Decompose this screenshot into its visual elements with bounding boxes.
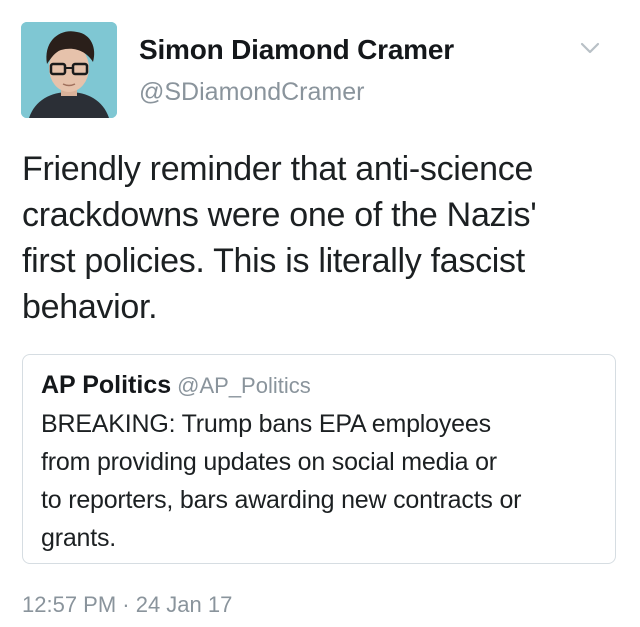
quoted-author-handle: @AP_Politics bbox=[177, 373, 311, 398]
quoted-text-line: to reporters, bars awarding new contract… bbox=[41, 486, 522, 514]
quoted-text-line: from providing updates on social media o… bbox=[41, 448, 497, 476]
quoted-tweet-text: BREAKING: Trump bans EPA employees from … bbox=[41, 405, 611, 557]
tweet-text: Friendly reminder that anti-science crac… bbox=[22, 146, 622, 330]
tweet-text-line: behavior. bbox=[22, 288, 158, 326]
avatar-photo bbox=[21, 22, 117, 118]
chevron-down-icon[interactable] bbox=[578, 40, 602, 56]
author-handle[interactable]: @SDiamondCramer bbox=[139, 78, 364, 107]
avatar[interactable] bbox=[21, 22, 117, 118]
tweet-text-line: Friendly reminder that anti-science bbox=[22, 150, 534, 188]
tweet-timestamp[interactable]: 12:57 PM · 24 Jan 17 bbox=[22, 592, 232, 618]
quoted-text-line: grants. bbox=[41, 524, 117, 552]
tweet-text-line: crackdowns were one of the Nazis' bbox=[22, 196, 537, 234]
quoted-tweet-header: AP Politics @AP_Politics bbox=[41, 371, 311, 400]
author-display-name[interactable]: Simon Diamond Cramer bbox=[139, 34, 454, 66]
quoted-author-name: AP Politics bbox=[41, 371, 172, 399]
quoted-tweet-card[interactable]: AP Politics @AP_Politics BREAKING: Trump … bbox=[22, 354, 616, 564]
tweet-text-line: first policies. This is literally fascis… bbox=[22, 242, 525, 280]
quoted-text-line: BREAKING: Trump bans EPA employees bbox=[41, 410, 491, 438]
tweet: Simon Diamond Cramer @SDiamondCramer Fri… bbox=[0, 0, 640, 627]
